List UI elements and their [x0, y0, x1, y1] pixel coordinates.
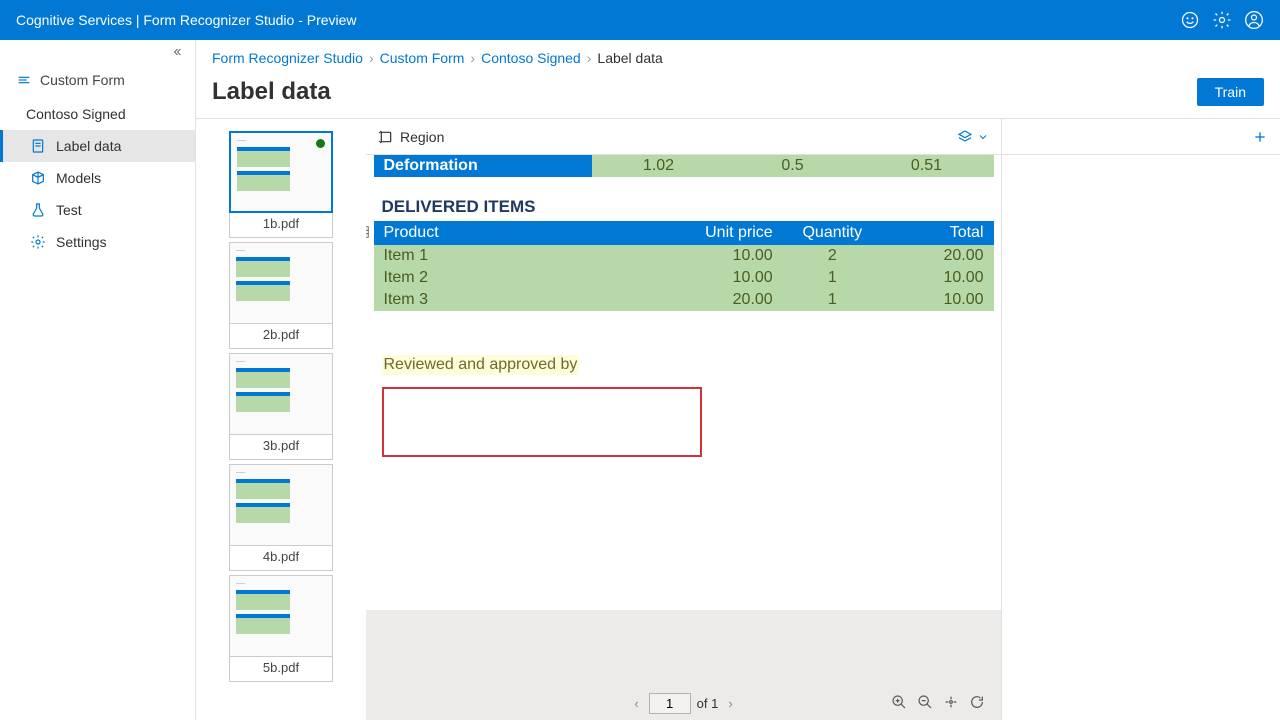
delivered-items-table: Product Unit price Quantity Total Item 1… [374, 221, 994, 311]
zoom-in-icon[interactable] [891, 694, 907, 713]
sidebar-item-label: Models [56, 170, 101, 186]
chevron-right-icon: › [587, 50, 592, 66]
region-tool[interactable]: Region [378, 129, 444, 145]
col-quantity: Quantity [783, 221, 882, 245]
feedback-icon[interactable] [1180, 10, 1200, 30]
col-product: Product [374, 221, 659, 245]
topbar: Cognitive Services | Form Recognizer Stu… [0, 0, 1280, 40]
breadcrumb-current: Label data [597, 50, 662, 66]
page-input[interactable] [649, 693, 691, 714]
labels-panel [1002, 119, 1280, 720]
page-header: Label data Train [196, 74, 1280, 119]
signature-region[interactable] [382, 387, 702, 457]
sidebar-custom-form-label: Custom Form [40, 72, 125, 88]
cell: 1.02 [592, 155, 726, 177]
cell-product: Item 1 [374, 245, 659, 267]
review-label: Reviewed and approved by [382, 355, 580, 375]
thumbnail-name: 1b.pdf [229, 213, 333, 238]
add-label-icon[interactable] [1252, 129, 1268, 145]
document-toolbar: Region [366, 119, 1001, 155]
thumbnail-4b[interactable]: ——— 4b.pdf [229, 464, 333, 571]
thumbnail-2b[interactable]: ——— 2b.pdf [229, 242, 333, 349]
fit-icon[interactable] [943, 694, 959, 713]
sidebar-item-test[interactable]: Test [0, 194, 195, 226]
thumbnail-1b[interactable]: ——— 1b.pdf [229, 131, 333, 238]
section-heading: DELIVERED ITEMS [374, 177, 994, 221]
breadcrumb: Form Recognizer Studio › Custom Form › C… [196, 40, 1280, 74]
sidebar-item-models[interactable]: Models [0, 162, 195, 194]
document-viewport[interactable]: Deformation 1.02 0.5 0.51 DELIVERED ITEM… [366, 155, 1001, 610]
table-row: Item 3 20.00 1 10.00 [374, 289, 994, 311]
breadcrumb-studio[interactable]: Form Recognizer Studio [212, 50, 363, 66]
breadcrumb-project[interactable]: Contoso Signed [481, 50, 581, 66]
sidebar-item-label: Test [56, 202, 82, 218]
sidebar-item-settings[interactable]: Settings [0, 226, 195, 258]
sidebar-project-name[interactable]: Contoso Signed [0, 96, 195, 130]
document-footer: ‹ of 1 › [366, 610, 1001, 720]
app-title: Cognitive Services | Form Recognizer Stu… [16, 12, 1168, 28]
cell-total: 20.00 [882, 245, 994, 267]
region-tool-label: Region [400, 129, 444, 145]
sidebar-custom-form[interactable]: Custom Form [0, 64, 195, 96]
cell-quantity: 2 [783, 245, 882, 267]
labels-toolbar [1002, 119, 1280, 155]
document-thumbnails: ——— 1b.pdf ——— 2b.pdf ——— 3b.pdf ——— 4b.… [196, 119, 366, 720]
thumbnail-name: 5b.pdf [229, 657, 333, 682]
thumbnail-name: 3b.pdf [229, 435, 333, 460]
document-page: Deformation 1.02 0.5 0.51 DELIVERED ITEM… [374, 155, 994, 457]
sidebar-item-label-data[interactable]: Label data [0, 130, 195, 162]
page-total: of 1 [697, 696, 719, 711]
cell: 0.5 [726, 155, 860, 177]
breadcrumb-custom-form[interactable]: Custom Form [380, 50, 465, 66]
thumbnail-3b[interactable]: ——— 3b.pdf [229, 353, 333, 460]
sidebar-item-label: Label data [56, 138, 121, 154]
rotate-icon[interactable] [969, 694, 985, 713]
cell-unit-price: 20.00 [659, 289, 783, 311]
cell-unit-price: 10.00 [659, 267, 783, 289]
table-row: Item 2 10.00 1 10.00 [374, 267, 994, 289]
thumbnail-name: 2b.pdf [229, 324, 333, 349]
cell-quantity: 1 [783, 289, 882, 311]
cell-quantity: 1 [783, 267, 882, 289]
cell-product: Item 2 [374, 267, 659, 289]
layers-dropdown[interactable] [957, 129, 989, 145]
region-icon [378, 129, 394, 145]
pager: ‹ of 1 › [366, 690, 1001, 720]
thumbnail-5b[interactable]: ——— 5b.pdf [229, 575, 333, 682]
cell-unit-price: 10.00 [659, 245, 783, 267]
table-row: Item 1 10.00 2 20.00 [374, 245, 994, 267]
cell: 0.51 [860, 155, 994, 177]
table-row: Deformation 1.02 0.5 0.51 [374, 155, 994, 177]
col-total: Total [882, 221, 994, 245]
train-button[interactable]: Train [1197, 78, 1264, 106]
settings-gear-icon[interactable] [1212, 10, 1232, 30]
layers-icon [957, 129, 973, 145]
col-unit-price: Unit price [659, 221, 783, 245]
cell-header: Deformation [374, 155, 592, 177]
status-badge [316, 139, 325, 148]
chevron-right-icon: › [470, 50, 475, 66]
next-page-icon[interactable]: › [724, 696, 736, 711]
account-icon[interactable] [1244, 10, 1264, 30]
sidebar-item-label: Settings [56, 234, 107, 250]
cell-total: 10.00 [882, 289, 994, 311]
page-title: Label data [212, 78, 1197, 106]
table-icon[interactable] [366, 225, 370, 239]
sidebar: Custom Form Contoso Signed Label data Mo… [0, 40, 196, 720]
zoom-out-icon[interactable] [917, 694, 933, 713]
cell-total: 10.00 [882, 267, 994, 289]
prev-page-icon[interactable]: ‹ [630, 696, 642, 711]
sidebar-collapse-icon[interactable] [0, 40, 195, 64]
thumbnail-name: 4b.pdf [229, 546, 333, 571]
chevron-down-icon [977, 131, 989, 143]
chevron-right-icon: › [369, 50, 374, 66]
cell-product: Item 3 [374, 289, 659, 311]
